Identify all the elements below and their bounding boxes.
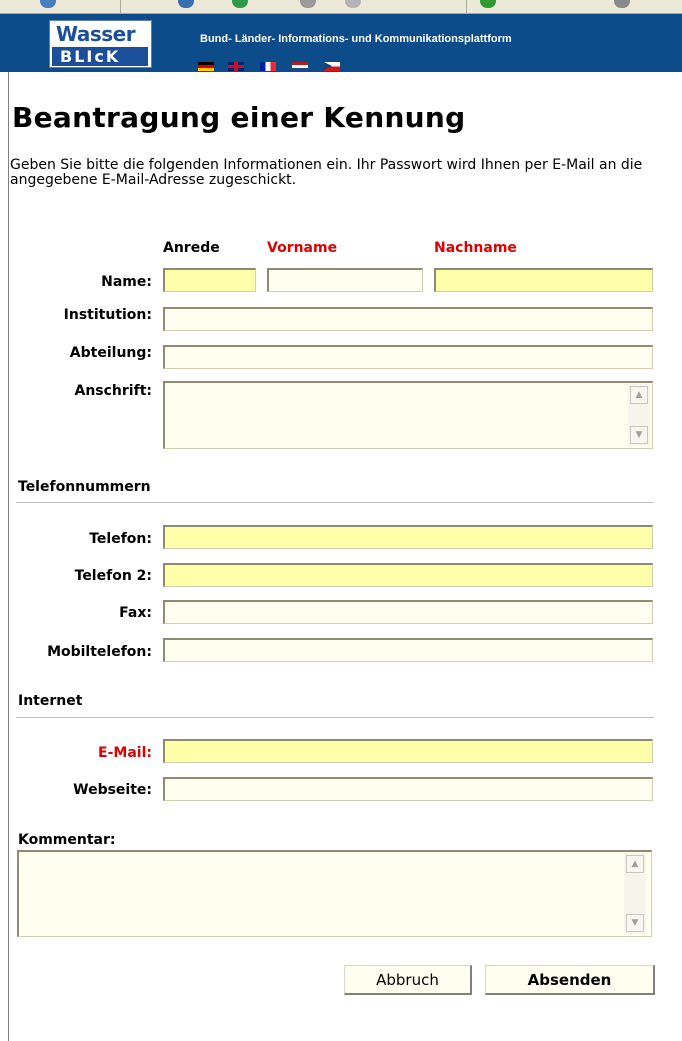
scroll-up-icon[interactable]: ▲ <box>626 855 644 873</box>
section-divider <box>16 502 654 504</box>
wasserblick-logo[interactable]: Wasser BLIcK <box>49 20 152 68</box>
submit-button[interactable]: Absenden <box>485 965 655 995</box>
anschrift-scrollbar[interactable]: ▲ ▼ <box>628 384 650 446</box>
browser-toolbar <box>0 0 682 14</box>
column-header-anrede: Anrede <box>163 240 220 256</box>
section-telefonnummern: Telefonnummern <box>18 479 151 495</box>
flag-cz-icon[interactable] <box>324 62 340 71</box>
toolbar-icon[interactable] <box>614 0 630 8</box>
scroll-up-icon[interactable]: ▲ <box>630 386 648 404</box>
kommentar-scrollbar[interactable]: ▲ ▼ <box>624 853 646 934</box>
flag-gb-icon[interactable] <box>228 62 244 71</box>
institution-input[interactable] <box>163 307 653 331</box>
vorname-input[interactable] <box>267 268 423 292</box>
webseite-input[interactable] <box>163 777 653 801</box>
page-title: Beantragung einer Kennung <box>12 101 466 134</box>
institution-label: Institution: <box>63 307 152 323</box>
toolbar-icon[interactable] <box>232 0 248 8</box>
fax-input[interactable] <box>163 600 653 624</box>
mobiltelefon-input[interactable] <box>163 638 653 662</box>
name-label: Name: <box>101 274 152 290</box>
kommentar-textarea[interactable] <box>17 850 652 937</box>
anschrift-label: Anschrift: <box>74 383 153 399</box>
anschrift-textarea[interactable] <box>163 381 653 449</box>
toolbar-icon[interactable] <box>480 0 496 8</box>
kommentar-label: Kommentar: <box>18 832 116 848</box>
left-border-line <box>8 72 9 1041</box>
email-input[interactable] <box>163 739 653 763</box>
abteilung-label: Abteilung: <box>69 345 152 361</box>
telefon-label: Telefon: <box>89 531 152 547</box>
toolbar-separator <box>120 0 121 13</box>
section-internet: Internet <box>18 693 83 709</box>
platform-title: Bund- Länder- Informations- und Kommunik… <box>200 33 512 45</box>
telefon-input[interactable] <box>163 525 653 549</box>
toolbar-separator <box>466 0 467 13</box>
logo-text-top: Wasser <box>56 22 136 46</box>
column-header-vorname: Vorname <box>267 240 338 256</box>
cancel-button[interactable]: Abbruch <box>344 965 472 995</box>
mobiltelefon-label: Mobiltelefon: <box>47 644 152 660</box>
logo-text-bottom: BLIcK <box>52 47 148 66</box>
toolbar-icon[interactable] <box>345 0 361 8</box>
scroll-down-icon[interactable]: ▼ <box>626 914 644 932</box>
toolbar-icon[interactable] <box>40 0 56 8</box>
anrede-input[interactable] <box>163 268 256 292</box>
column-header-nachname: Nachname <box>434 240 517 256</box>
flag-de-icon[interactable] <box>198 62 214 71</box>
telefon2-label: Telefon 2: <box>74 568 152 584</box>
email-label: E-Mail: <box>98 745 152 761</box>
flag-nl-icon[interactable] <box>292 62 308 71</box>
webseite-label: Webseite: <box>73 782 152 798</box>
section-divider <box>16 717 654 719</box>
header-banner: Wasser BLIcK Bund- Länder- Informations-… <box>0 14 682 72</box>
intro-text: Geben Sie bitte die folgenden Informatio… <box>10 157 643 188</box>
nachname-input[interactable] <box>434 268 653 292</box>
fax-label: Fax: <box>119 605 152 621</box>
flag-fr-icon[interactable] <box>260 62 276 71</box>
scroll-down-icon[interactable]: ▼ <box>630 426 648 444</box>
toolbar-icon[interactable] <box>178 0 194 8</box>
telefon2-input[interactable] <box>163 563 653 587</box>
toolbar-icon[interactable] <box>300 0 316 8</box>
abteilung-input[interactable] <box>163 345 653 369</box>
